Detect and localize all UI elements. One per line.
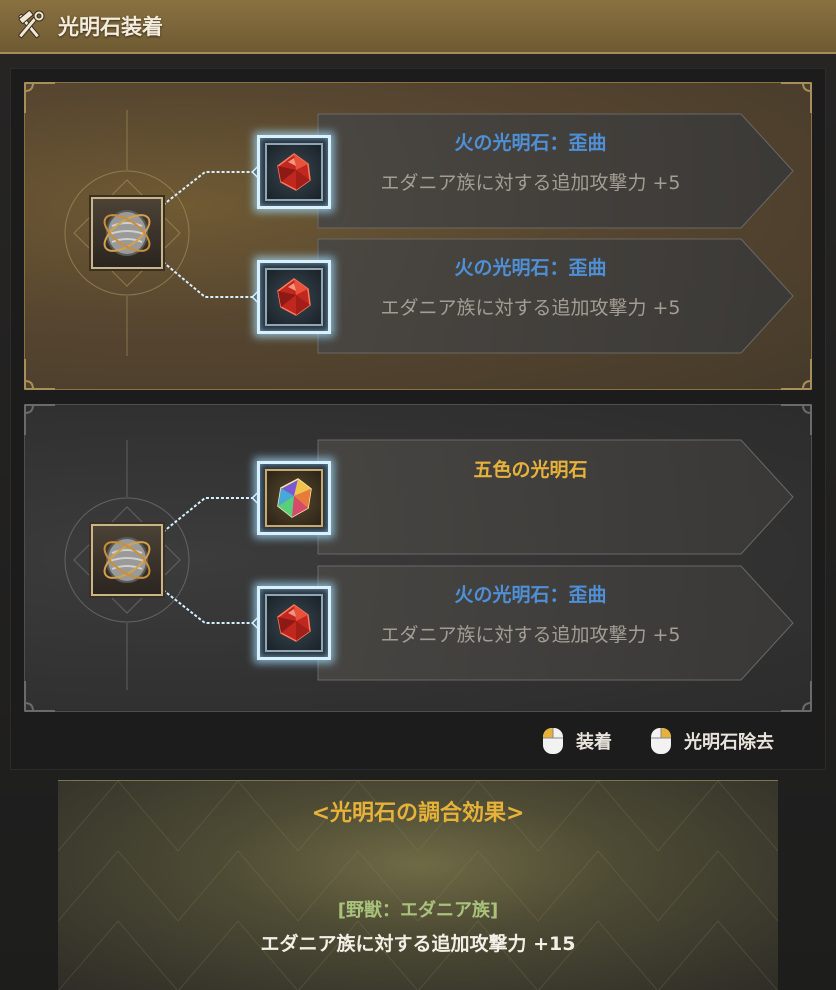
window-title: 光明石装着 (58, 15, 163, 39)
corner-ornament-icon (23, 679, 57, 713)
mouse-left-click-icon (543, 728, 563, 754)
harmony-category: [野獣：エダニア族] (337, 900, 499, 921)
gem-effect: エダニア族に対する追加攻撃力 +5 (380, 172, 681, 194)
remove-gem-label: 光明石除去 (684, 732, 774, 753)
fire-gem-icon (277, 153, 311, 191)
gem-name: 火の光明石：歪曲 (454, 257, 607, 279)
corner-ornament-icon (779, 357, 813, 391)
corner-ornament-icon (779, 403, 813, 437)
gem-name: 五色の光明石 (473, 459, 588, 481)
corner-ornament-icon (23, 357, 57, 391)
gem-slot[interactable] (257, 461, 331, 535)
base-item-slot-1[interactable] (91, 197, 163, 269)
corner-ornament-icon (23, 81, 57, 115)
base-item-slot-2[interactable] (91, 524, 163, 596)
corner-ornament-icon (23, 403, 57, 437)
fire-gem-icon (277, 278, 311, 316)
gem-slot[interactable] (257, 135, 331, 209)
gem-name: 火の光明石：歪曲 (454, 132, 607, 154)
mouse-right-click-icon (651, 728, 671, 754)
gem-slot[interactable] (257, 586, 331, 660)
equip-hint: 装着 (542, 727, 612, 755)
equip-label: 装着 (576, 732, 612, 753)
orb-ring-icon (103, 537, 151, 583)
orb-ring-icon (103, 210, 151, 256)
title-bar: 光明石装着 (0, 0, 836, 54)
gem-effect: エダニア族に対する追加攻撃力 +5 (380, 624, 681, 646)
gem-slot[interactable] (257, 260, 331, 334)
gem-name: 火の光明石：歪曲 (454, 584, 607, 606)
remove-gem-hint: 光明石除去 (650, 727, 774, 755)
hammer-wrench-icon (18, 10, 45, 39)
corner-ornament-icon (779, 81, 813, 115)
corner-ornament-icon (779, 679, 813, 713)
rainbow-gem-icon (277, 478, 312, 518)
fire-gem-icon (277, 604, 311, 642)
harmony-title: <光明石の調合効果> (311, 801, 525, 826)
harmony-effect-text: エダニア族に対する追加攻撃力 +15 (260, 933, 576, 955)
gem-effect: エダニア族に対する追加攻撃力 +5 (380, 297, 681, 319)
